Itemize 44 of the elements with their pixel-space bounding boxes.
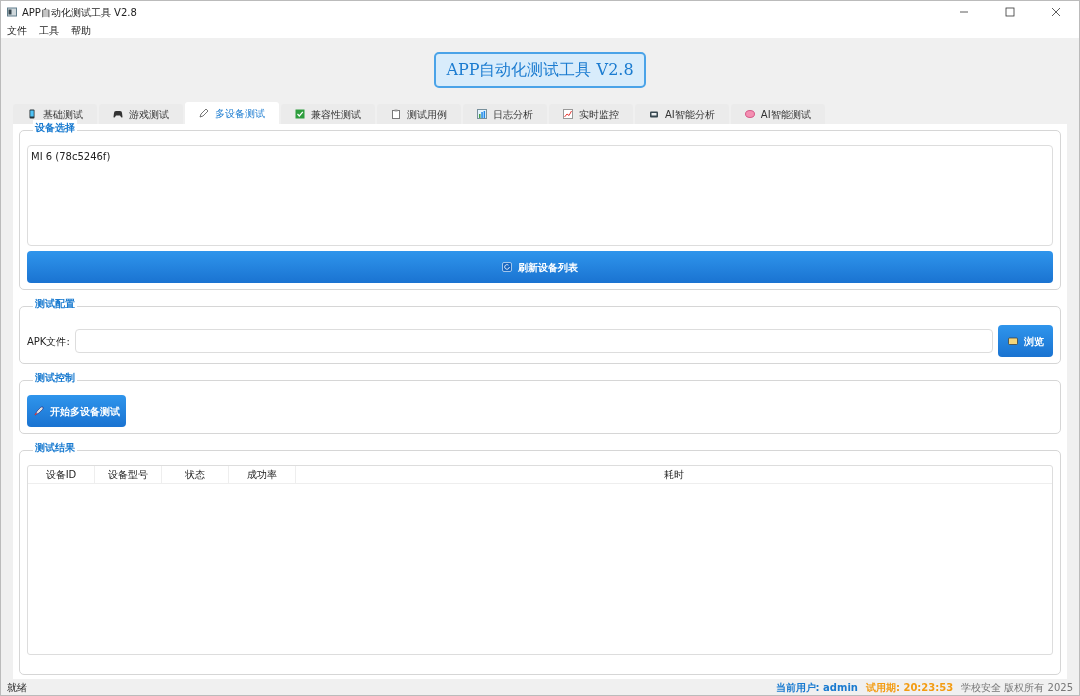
group-title: 测试控制	[33, 370, 77, 385]
column-header: 设备型号	[95, 466, 162, 483]
apk-label: APK文件:	[27, 334, 70, 349]
checkbox-icon	[295, 109, 305, 119]
tab[interactable]: 游戏测试	[99, 104, 183, 124]
current-user-label: 当前用户: admin	[775, 680, 858, 695]
folder-icon	[1007, 336, 1018, 346]
line-chart-icon	[563, 109, 573, 119]
trial-timer-label: 试用期: 20:23:53	[865, 680, 954, 695]
pencil-icon	[199, 108, 209, 118]
tab[interactable]: 实时监控	[549, 104, 633, 124]
status-message: 就绪	[7, 680, 27, 695]
group-title: 测试结果	[33, 440, 77, 455]
column-header: 状态	[162, 466, 229, 483]
app-title-banner: APP自动化测试工具 V2.8	[434, 52, 646, 88]
tab[interactable]: AI智能测试	[730, 104, 825, 124]
device-item[interactable]: MI 6 (78c5246f)	[31, 149, 1049, 164]
group-title: 测试配置	[33, 296, 77, 311]
clipboard-icon	[391, 109, 401, 119]
copyright-label: 学校安全 版权所有 2025	[961, 680, 1073, 695]
tab[interactable]: 测试用例	[377, 104, 461, 124]
refresh-icon	[502, 262, 512, 272]
group-title: 设备选择	[33, 120, 77, 135]
app-icon	[7, 7, 17, 17]
start-test-button[interactable]: 开始多设备测试	[27, 395, 126, 427]
tab[interactable]: AI智能分析	[635, 104, 729, 124]
column-header: 耗时	[663, 468, 685, 482]
tab[interactable]: 兼容性测试	[281, 104, 375, 124]
browse-button[interactable]: 浏览	[998, 325, 1053, 357]
device-list[interactable]: MI 6 (78c5246f)	[27, 145, 1053, 246]
column-header: 设备ID	[28, 466, 95, 483]
menu-item[interactable]: 帮助	[71, 23, 91, 38]
apk-file-field[interactable]	[74, 329, 993, 353]
gamepad-icon	[113, 109, 123, 119]
menu-item[interactable]: 工具	[39, 23, 59, 38]
column-header: 成功率	[229, 466, 296, 483]
tab[interactable]: 多设备测试	[185, 102, 279, 124]
refresh-button[interactable]: 刷新设备列表	[27, 251, 1053, 283]
phone-icon	[27, 109, 37, 119]
brain-icon	[744, 109, 755, 119]
bar-chart-icon	[477, 109, 487, 119]
tab[interactable]: 日志分析	[463, 104, 547, 124]
menu-item[interactable]: 文件	[7, 23, 27, 38]
window-title: APP自动化测试工具 V2.8	[22, 5, 137, 20]
